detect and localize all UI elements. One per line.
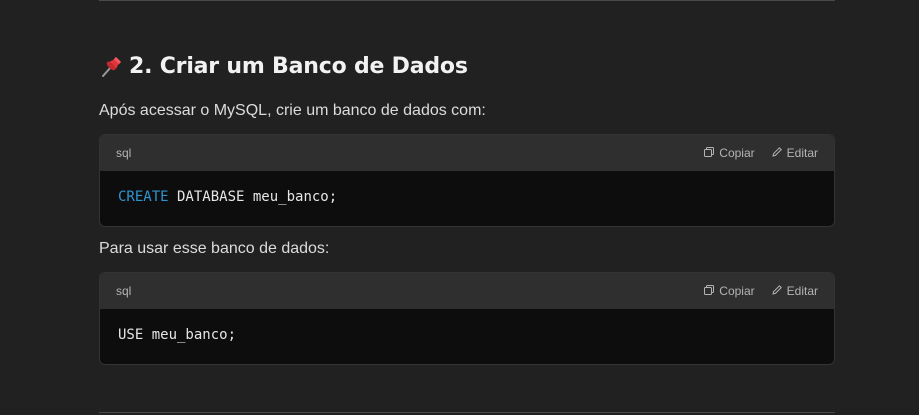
section-heading: 2. Criar um Banco de Dados [99, 50, 468, 82]
section-divider [99, 0, 835, 1]
chat-message-content: 2. Criar um Banco de Dados Após acessar … [0, 0, 919, 415]
pushpin-icon [99, 53, 125, 79]
edit-button[interactable]: Editar [771, 146, 818, 161]
code-text: DATABASE meu_banco; [168, 189, 338, 205]
copy-button[interactable]: Copiar [703, 146, 755, 161]
edit-label: Editar [786, 284, 818, 298]
copy-label: Copiar [719, 284, 755, 298]
copy-icon [703, 284, 715, 299]
code-content[interactable]: CREATE DATABASE meu_banco; [100, 171, 834, 223]
sql-keyword: CREATE [118, 189, 169, 205]
pencil-icon [771, 146, 783, 161]
code-text: USE meu_banco; [118, 327, 237, 343]
edit-label: Editar [786, 146, 818, 160]
code-block-header: sql Copiar Editar [100, 273, 834, 309]
usage-paragraph: Para usar esse banco de dados: [99, 240, 330, 257]
code-block: sql Copiar Editar USE meu_banco; [99, 272, 835, 365]
code-language-label: sql [116, 284, 132, 298]
intro-paragraph: Após acessar o MySQL, crie um banco de d… [99, 102, 486, 119]
copy-label: Copiar [719, 146, 755, 160]
code-actions: Copiar Editar [703, 284, 818, 299]
code-block: sql Copiar Editar CREATE DATABASE meu_ba… [99, 134, 835, 227]
code-actions: Copiar Editar [703, 146, 818, 161]
section-heading-text: 2. Criar um Banco de Dados [129, 53, 468, 79]
edit-button[interactable]: Editar [771, 284, 818, 299]
code-language-label: sql [116, 146, 132, 160]
pencil-icon [771, 284, 783, 299]
copy-icon [703, 146, 715, 161]
code-block-header: sql Copiar Editar [100, 135, 834, 171]
copy-button[interactable]: Copiar [703, 284, 755, 299]
code-content[interactable]: USE meu_banco; [100, 309, 834, 361]
section-divider [99, 412, 835, 413]
